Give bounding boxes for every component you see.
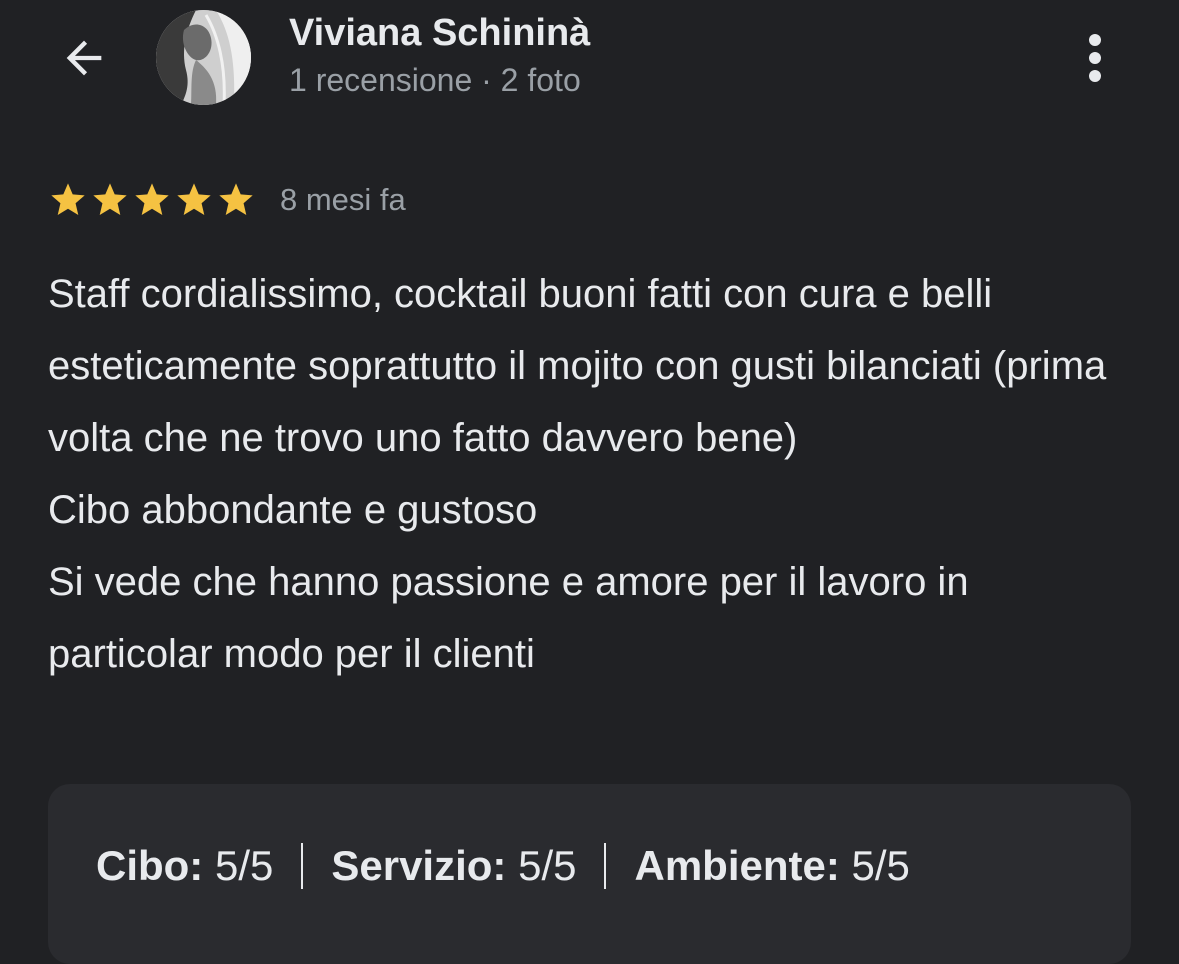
score-divider bbox=[604, 843, 607, 889]
star-icon bbox=[177, 183, 211, 215]
score-value: 5/5 bbox=[851, 842, 910, 889]
review-time: 8 mesi fa bbox=[280, 182, 406, 217]
star-icon bbox=[219, 183, 253, 215]
score-servizio: Servizio: 5/5 bbox=[331, 842, 576, 890]
review-header: Viviana Schininà 1 recensione · 2 foto bbox=[0, 0, 1179, 120]
score-value: 5/5 bbox=[214, 842, 274, 889]
more-vertical-icon bbox=[1089, 34, 1101, 82]
photos-count: 2 foto bbox=[500, 62, 581, 98]
avatar-photo bbox=[156, 10, 251, 105]
scores-row: Cibo: 5/5 Servizio: 5/5 Ambiente: 5/5 bbox=[96, 842, 910, 890]
user-meta: 1 recensione · 2 foto bbox=[289, 62, 581, 99]
scores-card: Cibo: 5/5 Servizio: 5/5 Ambiente: 5/5 bbox=[48, 784, 1131, 964]
user-name[interactable]: Viviana Schininà bbox=[289, 12, 590, 55]
star-icon bbox=[135, 183, 169, 215]
score-cibo: Cibo: 5/5 bbox=[96, 842, 273, 890]
star-rating bbox=[48, 180, 256, 220]
star-icon bbox=[93, 183, 127, 215]
review-paragraph: Si vede che hanno passione e amore per i… bbox=[48, 560, 969, 676]
meta-separator: · bbox=[472, 62, 501, 98]
reviews-count: 1 recensione bbox=[289, 62, 473, 98]
score-divider bbox=[301, 843, 304, 889]
score-label: Ambiente: bbox=[634, 842, 840, 889]
score-value: 5/5 bbox=[518, 842, 577, 889]
score-ambiente: Ambiente: 5/5 bbox=[634, 842, 909, 890]
back-button[interactable] bbox=[52, 26, 116, 90]
avatar[interactable] bbox=[156, 10, 251, 105]
review-paragraph: Cibo abbondante e gustoso bbox=[48, 488, 538, 532]
rating-row: 8 mesi fa bbox=[48, 176, 406, 224]
review-paragraph: Staff cordialissimo, cocktail buoni fatt… bbox=[48, 272, 1107, 460]
more-options-button[interactable] bbox=[1070, 26, 1120, 90]
review-text: Staff cordialissimo, cocktail buoni fatt… bbox=[48, 258, 1138, 690]
score-label: Servizio: bbox=[331, 842, 507, 889]
score-label: Cibo: bbox=[96, 842, 204, 889]
arrow-back-icon bbox=[66, 40, 102, 76]
star-icon bbox=[51, 183, 85, 215]
